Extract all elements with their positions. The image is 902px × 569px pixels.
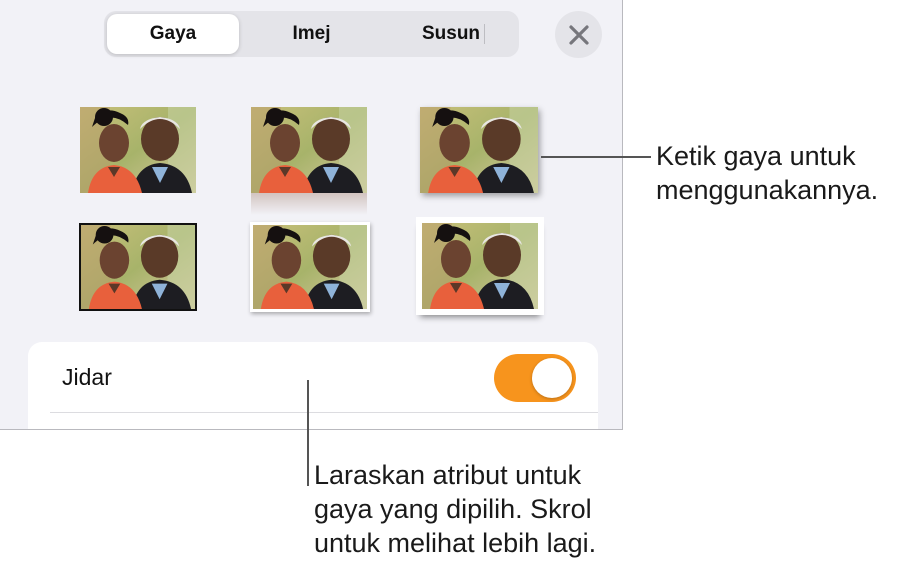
- photo-thumbnail: [251, 107, 367, 193]
- callout-line-attributes-vertical: [307, 380, 309, 486]
- format-panel: Gaya Imej Susun Jidar: [0, 0, 623, 430]
- reflection-effect: [251, 193, 367, 215]
- border-toggle[interactable]: [494, 354, 576, 402]
- callout-attributes: Laraskan atribut untuk gaya yang dipilih…: [314, 460, 597, 558]
- tab-style[interactable]: Gaya: [107, 14, 239, 54]
- close-icon: [568, 24, 589, 45]
- tab-image[interactable]: Imej: [244, 14, 379, 54]
- style-thumbnail-shadow[interactable]: [420, 107, 538, 193]
- row-divider: [50, 412, 598, 413]
- photo-thumbnail: [422, 223, 538, 309]
- photo-thumbnail: [253, 225, 367, 309]
- close-button[interactable]: [555, 11, 602, 58]
- photo-thumbnail: [420, 107, 538, 193]
- photo-thumbnail: [80, 107, 196, 193]
- border-settings-card: Jidar: [28, 342, 598, 429]
- style-thumbnail-white-frame[interactable]: [250, 222, 370, 312]
- style-thumbnail-black-border[interactable]: [79, 223, 197, 311]
- style-thumbnail-plain[interactable]: [80, 107, 196, 193]
- tab-bar: Gaya Imej Susun: [104, 11, 519, 57]
- tab-arrange[interactable]: Susun: [386, 14, 516, 54]
- photo-thumbnail: [81, 225, 195, 309]
- toggle-knob: [532, 358, 572, 398]
- border-label: Jidar: [62, 364, 112, 390]
- callout-line-styles: [541, 156, 651, 158]
- style-thumbnail-curved-shadow[interactable]: [416, 217, 544, 315]
- style-thumbnail-reflection[interactable]: [251, 107, 367, 215]
- callout-styles: Ketik gaya untuk menggunakannya.: [656, 141, 879, 205]
